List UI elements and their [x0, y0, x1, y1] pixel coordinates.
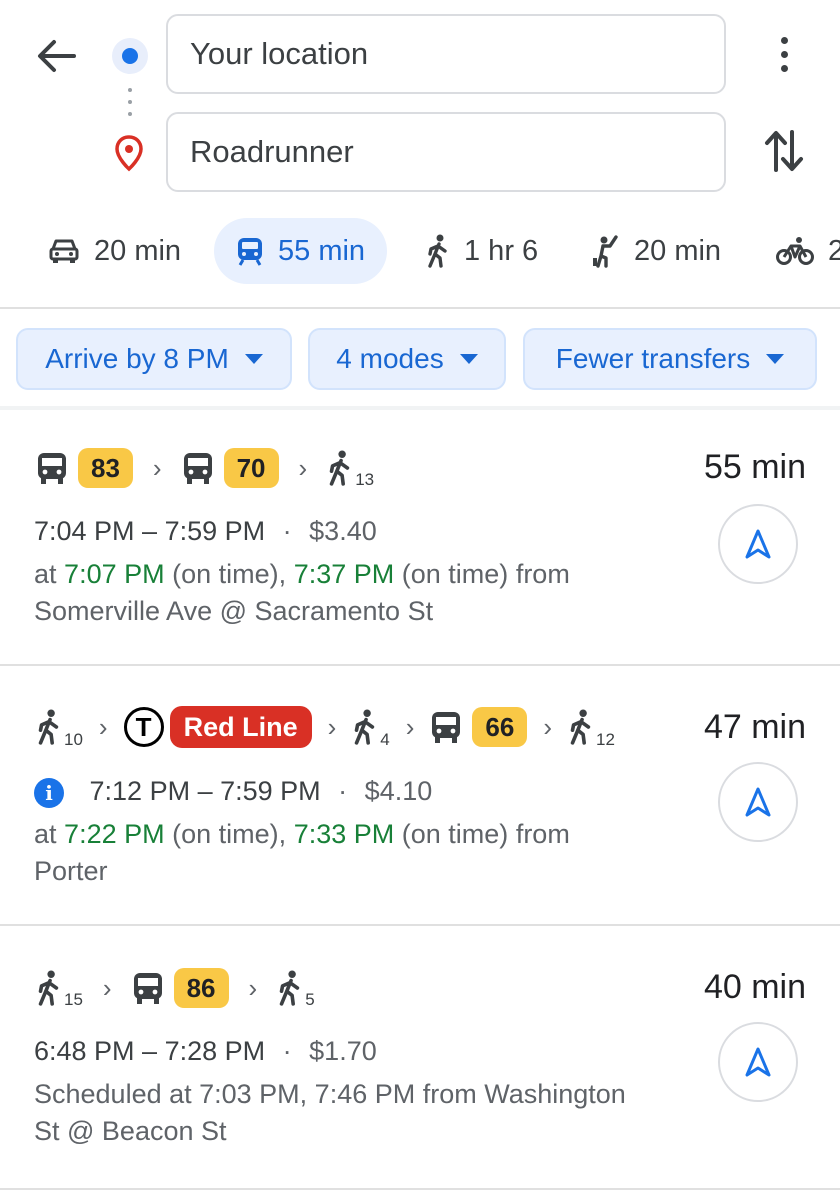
walk-minutes: 5 — [305, 990, 315, 1009]
chevron-right-icon: › — [327, 711, 337, 742]
transit-icon — [238, 238, 262, 266]
route-steps: 83 › 70 › 13 — [36, 448, 375, 489]
departure-info: at 7:22 PM (on time), 7:33 PM (on time) … — [34, 819, 570, 849]
chevron-right-icon: › — [98, 711, 108, 742]
route-connector-dots — [128, 88, 132, 124]
mode-cycling-label: 2 — [828, 234, 840, 267]
car-icon — [49, 239, 79, 263]
walk-icon — [428, 234, 447, 268]
departure-info: at 7:07 PM (on time), 7:37 PM (on time) … — [34, 559, 570, 589]
mode-walking-label: 1 hr 6 — [464, 234, 539, 267]
route-option-3[interactable]: 15 › 86 › 5 40 min 6:48 PM – 7:28 PM · $… — [0, 926, 840, 1190]
route-duration: 47 min — [703, 708, 806, 746]
mode-walking[interactable]: 1 hr 6 — [426, 218, 538, 284]
dropdown-caret-icon — [459, 354, 478, 364]
chevron-right-icon: › — [152, 452, 162, 483]
bus-route-badge: 86 — [173, 968, 229, 1008]
bus-route-badge: 66 — [472, 707, 528, 747]
dropdown-caret-icon — [244, 354, 263, 364]
divider — [0, 1188, 840, 1190]
back-button[interactable] — [30, 30, 82, 82]
transfers-filter-chip[interactable]: Fewer transfers — [523, 328, 817, 390]
navigation-arrow-icon — [745, 787, 771, 817]
bus-icon — [182, 451, 214, 485]
destination-pin-icon — [114, 134, 144, 177]
walk-icon — [36, 970, 62, 1006]
mode-transit-label: 55 min — [278, 234, 366, 267]
bus-route-badge: 83 — [78, 448, 133, 488]
route-steps: 10 › T Red Line › 4 › 66 › 12 — [36, 706, 615, 749]
bike-icon — [776, 237, 814, 265]
divider — [0, 307, 840, 309]
mode-cycling[interactable]: 2 — [776, 218, 840, 284]
red-line-badge: Red Line — [169, 706, 312, 748]
bus-icon — [132, 971, 164, 1005]
walk-icon — [36, 709, 62, 745]
bus-icon — [36, 451, 68, 485]
chevron-right-icon: › — [248, 972, 258, 1003]
more-options-icon[interactable] — [764, 30, 804, 78]
walk-icon — [277, 970, 303, 1006]
chevron-right-icon: › — [405, 711, 415, 742]
walk-icon — [327, 450, 353, 486]
mode-ride-hail[interactable]: 20 min — [592, 218, 721, 284]
mode-transit[interactable]: 55 min — [214, 218, 388, 284]
start-navigation-button[interactable] — [718, 762, 798, 842]
info-icon[interactable]: i — [34, 777, 64, 808]
route-times: 6:48 PM – 7:28 PM · $1.70 — [34, 1036, 377, 1066]
route-option-1[interactable]: 83 › 70 › 13 55 min 7:04 PM – 7:59 PM · … — [0, 410, 840, 666]
bus-route-badge: 70 — [223, 448, 279, 488]
route-duration: 40 min — [703, 968, 806, 1006]
departure-stop: St @ Beacon St — [34, 1116, 227, 1146]
walk-minutes: 10 — [64, 730, 83, 749]
departure-stop: Somerville Ave @ Sacramento St — [34, 596, 434, 626]
walk-minutes: 4 — [380, 730, 390, 749]
mode-driving[interactable]: 20 min — [48, 218, 181, 284]
route-steps: 15 › 86 › 5 — [36, 968, 315, 1009]
modes-filter-label: 4 modes — [336, 343, 444, 374]
arrive-by-filter-chip[interactable]: Arrive by 8 PM — [16, 328, 292, 390]
start-navigation-button[interactable] — [718, 504, 798, 584]
arrive-by-label: Arrive by 8 PM — [45, 343, 229, 374]
mbta-t-logo-icon: T — [123, 707, 164, 747]
dropdown-caret-icon — [766, 354, 785, 364]
navigation-arrow-icon — [745, 1047, 771, 1077]
mode-driving-label: 20 min — [94, 234, 182, 267]
start-navigation-button[interactable] — [718, 1022, 798, 1102]
bus-icon — [430, 710, 462, 744]
route-times: i 7:12 PM – 7:59 PM · $4.10 — [34, 776, 432, 808]
route-times: 7:04 PM – 7:59 PM · $3.40 — [34, 516, 377, 546]
walk-icon — [352, 709, 378, 745]
navigation-arrow-icon — [745, 529, 771, 559]
ride-hail-icon — [593, 235, 618, 268]
route-duration: 55 min — [703, 448, 806, 486]
back-arrow-icon — [38, 40, 76, 72]
transfers-filter-label: Fewer transfers — [555, 343, 751, 374]
walk-minutes: 12 — [596, 730, 615, 749]
walk-icon — [568, 709, 594, 745]
origin-input[interactable]: Your location — [166, 14, 726, 94]
swap-directions-icon[interactable] — [762, 128, 806, 179]
chevron-right-icon: › — [102, 972, 112, 1003]
chevron-right-icon: › — [298, 452, 308, 483]
origin-dot-icon — [112, 38, 148, 74]
mode-ride-hail-label: 20 min — [634, 234, 722, 267]
walk-minutes: 15 — [64, 990, 83, 1009]
chevron-right-icon: › — [543, 711, 553, 742]
departure-stop: Porter — [34, 856, 108, 886]
modes-filter-chip[interactable]: 4 modes — [308, 328, 506, 390]
destination-input[interactable]: Roadrunner — [166, 112, 726, 192]
walk-minutes: 13 — [355, 470, 375, 489]
route-option-2[interactable]: 10 › T Red Line › 4 › 66 › 12 47 min i 7… — [0, 666, 840, 926]
travel-mode-tabs: 20 min 55 min 1 hr 6 20 min 2 — [0, 216, 840, 286]
schedule-info: Scheduled at 7:03 PM, 7:46 PM from Washi… — [34, 1079, 626, 1109]
